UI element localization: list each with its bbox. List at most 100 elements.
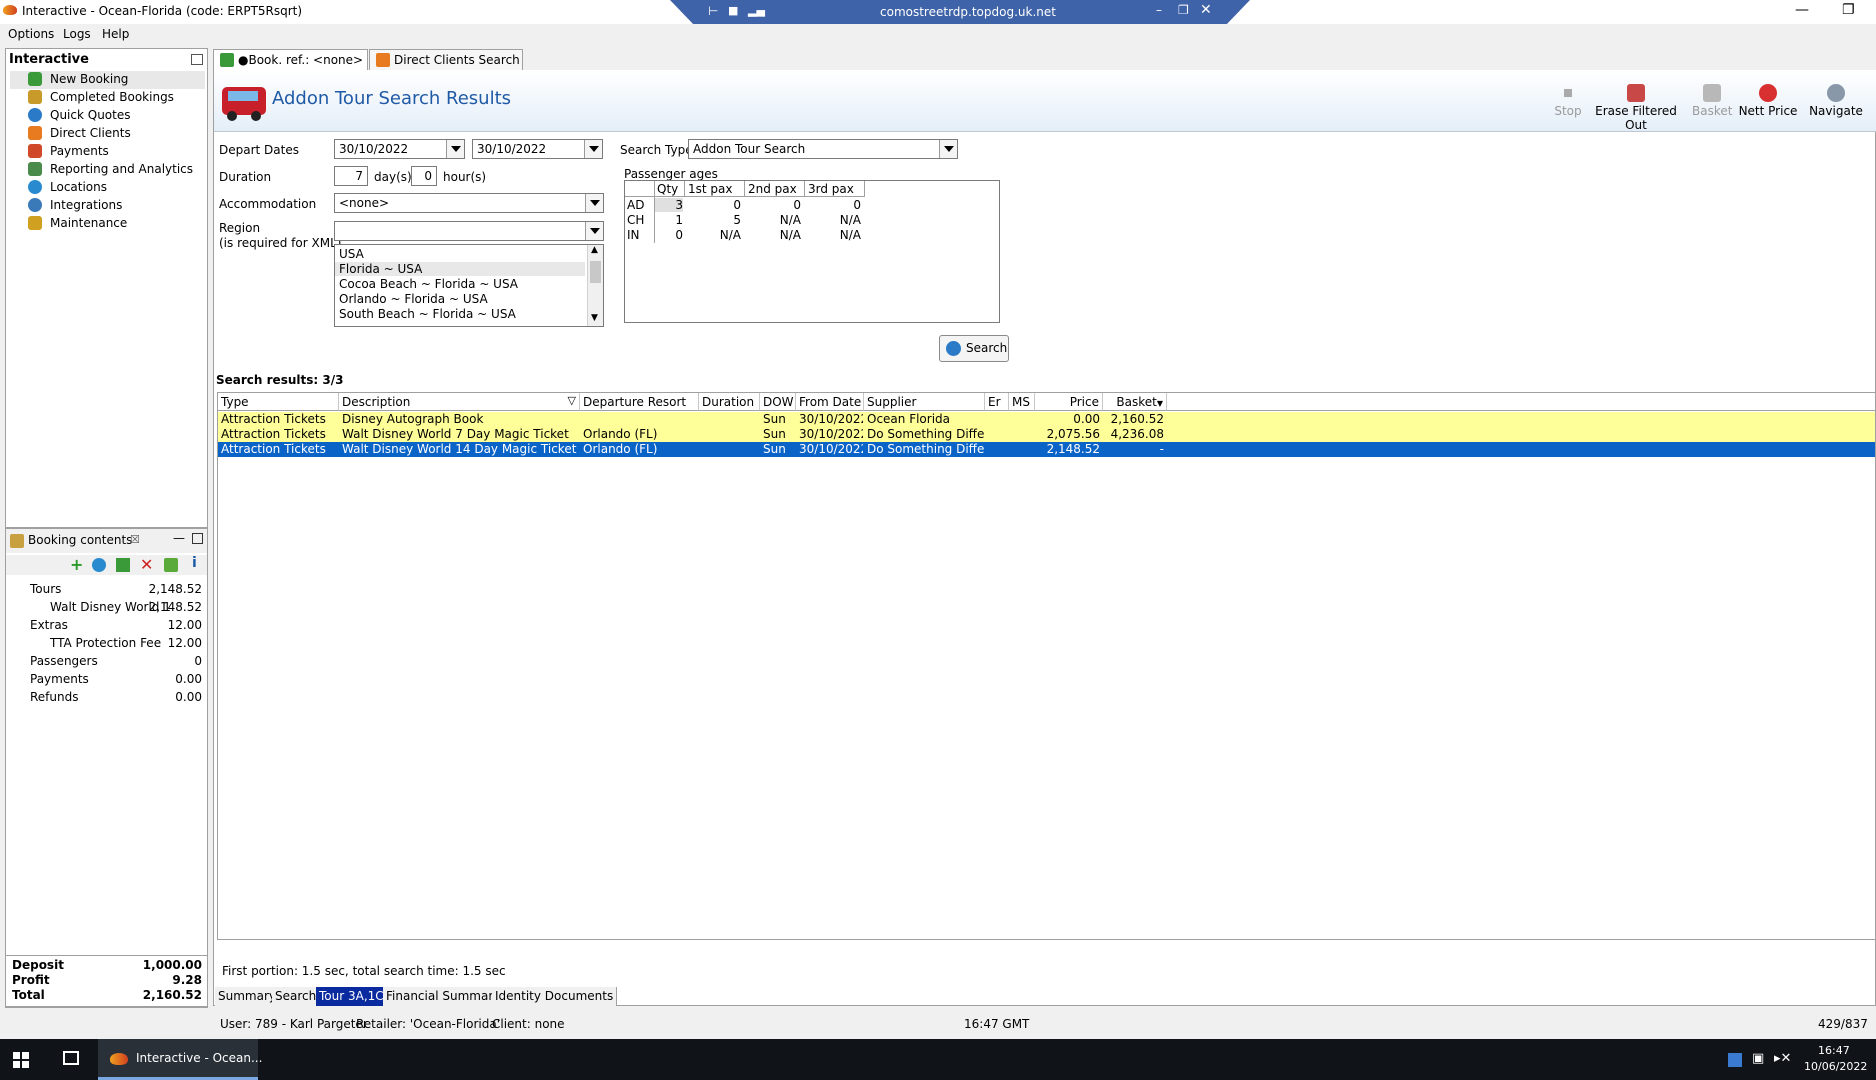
nett-price-button[interactable]: Nett Price [1738,84,1798,118]
tab-direct-clients-search[interactable]: Direct Clients Search [369,49,523,70]
tab-identity-documents[interactable]: Identity Documents [492,987,618,1006]
lock-icon: ■ [728,4,739,17]
table-row-selected[interactable]: Attraction Tickets Walt Disney World 14 … [218,442,1875,457]
duration-hours-field[interactable]: 0 [411,166,437,186]
col-header-description[interactable]: Description ▽ [339,393,580,411]
basket-button[interactable]: Basket [1692,84,1732,118]
col-header-duration[interactable]: Duration [699,393,760,411]
clock-time[interactable]: 16:47 [1818,1044,1850,1057]
nav-item-new-booking[interactable]: New Booking [10,71,205,89]
pax-age[interactable]: 5 [685,213,741,227]
network-icon[interactable]: ▣ [1752,1051,1764,1066]
pax-age[interactable]: N/A [805,213,861,227]
pax-age[interactable]: 0 [805,198,861,212]
chevron-down-icon[interactable] [585,194,603,212]
col-header-ms[interactable]: MS [1009,393,1035,411]
search-type-select[interactable]: Addon Tour Search [688,139,958,159]
volume-muted-icon[interactable]: ▸✕ [1774,1051,1791,1066]
pin-icon[interactable]: ⊢ [708,4,718,18]
add-icon[interactable]: + [70,555,83,574]
rdp-restore-button[interactable]: ❐ [1178,3,1189,17]
pax-qty-ch[interactable]: 1 [655,213,683,227]
scroll-up-icon[interactable]: ▲ [591,245,598,255]
windows-start-icon[interactable] [13,1052,29,1068]
depart-from-field[interactable]: 30/10/2022 [334,139,465,159]
region-option[interactable]: USA [339,247,364,261]
pax-age[interactable]: 0 [745,198,801,212]
menu-options[interactable]: Options [8,27,54,41]
col-header-supplier[interactable]: Supplier [864,393,985,411]
passenger-ages-grid[interactable]: Qty 1st pax 2nd pax 3rd pax AD 3 0 0 0 C… [624,180,1000,323]
erase-filtered-out-button[interactable]: Erase Filtered Out [1586,84,1686,132]
filter-icon[interactable]: ▽ [568,394,576,407]
chevron-down-icon[interactable] [939,140,957,158]
taskbar-app-interactive[interactable]: Interactive - Ocean... [98,1039,262,1080]
depart-to-field[interactable]: 30/10/2022 [472,139,603,159]
pax-age[interactable]: N/A [685,228,741,242]
search-button[interactable]: Search [939,335,1009,362]
maximize-panel-icon[interactable] [192,533,203,544]
rdp-close-button[interactable]: ✕ [1200,2,1212,18]
refresh-icon[interactable] [92,558,106,572]
info-icon[interactable]: i [192,555,197,571]
region-option[interactable]: South Beach ~ Florida ~ USA [339,307,516,321]
col-header-type[interactable]: Type [218,393,339,411]
booking-row-payments[interactable]: Payments 0.00 [6,671,202,689]
pax-qty-in[interactable]: 0 [655,228,683,242]
table-row[interactable]: Attraction Tickets Walt Disney World 7 D… [218,427,1875,442]
pax-qty-ad[interactable]: 3 [655,198,683,212]
region-option[interactable]: Cocoa Beach ~ Florida ~ USA [339,277,518,291]
region-select[interactable] [334,221,604,241]
scroll-thumb[interactable] [590,261,601,283]
duration-days-field[interactable]: 7 [334,166,368,186]
pax-age[interactable]: 0 [685,198,741,212]
scroll-down-icon[interactable]: ▼ [591,313,598,323]
booking-row-passengers[interactable]: Passengers 0 [6,653,202,671]
restore-button[interactable]: ❐ [1842,2,1855,18]
col-header-dow[interactable]: DOW [760,393,796,411]
region-scrollbar[interactable]: ▲ ▼ [587,245,603,326]
accommodation-label: Accommodation [219,197,317,211]
booking-row-refunds[interactable]: Refunds 0.00 [6,689,202,707]
delete-icon[interactable]: ✕ [140,555,153,574]
region-list[interactable]: USA Florida ~ USA Cocoa Beach ~ Florida … [334,244,604,327]
minimize-button[interactable]: — [1795,2,1809,18]
rdp-minimize-button[interactable]: – [1156,3,1162,17]
tray-app-icon[interactable] [1728,1053,1742,1067]
collapse-icon[interactable] [191,54,203,65]
clock-date[interactable]: 10/06/2022 [1804,1060,1867,1073]
pax-age[interactable]: N/A [805,228,861,242]
region-option-selected[interactable]: Florida ~ USA [335,262,585,276]
tab-tour[interactable]: Tour 3A,1C [316,987,388,1006]
col-header-basket[interactable]: Basket▼ [1103,393,1167,411]
stop-button[interactable]: Stop [1550,84,1586,118]
col-header-departure-resort[interactable]: Departure Resort [580,393,699,411]
tab-financial-summary[interactable]: Financial Summary [383,987,505,1006]
pax-age[interactable]: N/A [745,228,801,242]
table-row[interactable]: Attraction Tickets Disney Autograph Book… [218,412,1875,427]
tab-summary[interactable]: Summary [215,987,280,1006]
tab-booking-ref[interactable]: ●Book. ref.: <none> ☒ [213,49,383,70]
navigate-button[interactable]: Navigate [1808,84,1864,118]
palm-icon[interactable] [164,558,178,572]
chevron-down-icon[interactable] [584,140,602,158]
minimize-panel-icon[interactable]: — [173,531,185,545]
task-view-icon[interactable] [63,1051,79,1065]
menu-logs[interactable]: Logs [63,27,91,41]
menu-help[interactable]: Help [102,27,129,41]
booking-row-tour-item[interactable]: Walt Disney World 1 2,148.52 [6,599,202,617]
col-header-from-date[interactable]: From Date [796,393,864,411]
pax-age[interactable]: N/A [745,213,801,227]
close-tab-icon[interactable]: ☒ [130,533,140,546]
booking-row-tours[interactable]: Tours 2,148.52 [6,581,202,599]
col-header-price[interactable]: Price [1035,393,1103,411]
chevron-down-icon[interactable] [585,222,603,240]
booking-row-extras[interactable]: Extras 12.00 [6,617,202,635]
basket-icon[interactable] [116,558,130,572]
accommodation-select[interactable]: <none> [334,193,604,213]
region-option[interactable]: Orlando ~ Florida ~ USA [339,292,488,306]
tab-search[interactable]: Search [272,987,321,1006]
chevron-down-icon[interactable] [446,140,464,158]
booking-row-extra-item[interactable]: TTA Protection Fee 12.00 [6,635,202,653]
col-header-er[interactable]: Er [985,393,1009,411]
